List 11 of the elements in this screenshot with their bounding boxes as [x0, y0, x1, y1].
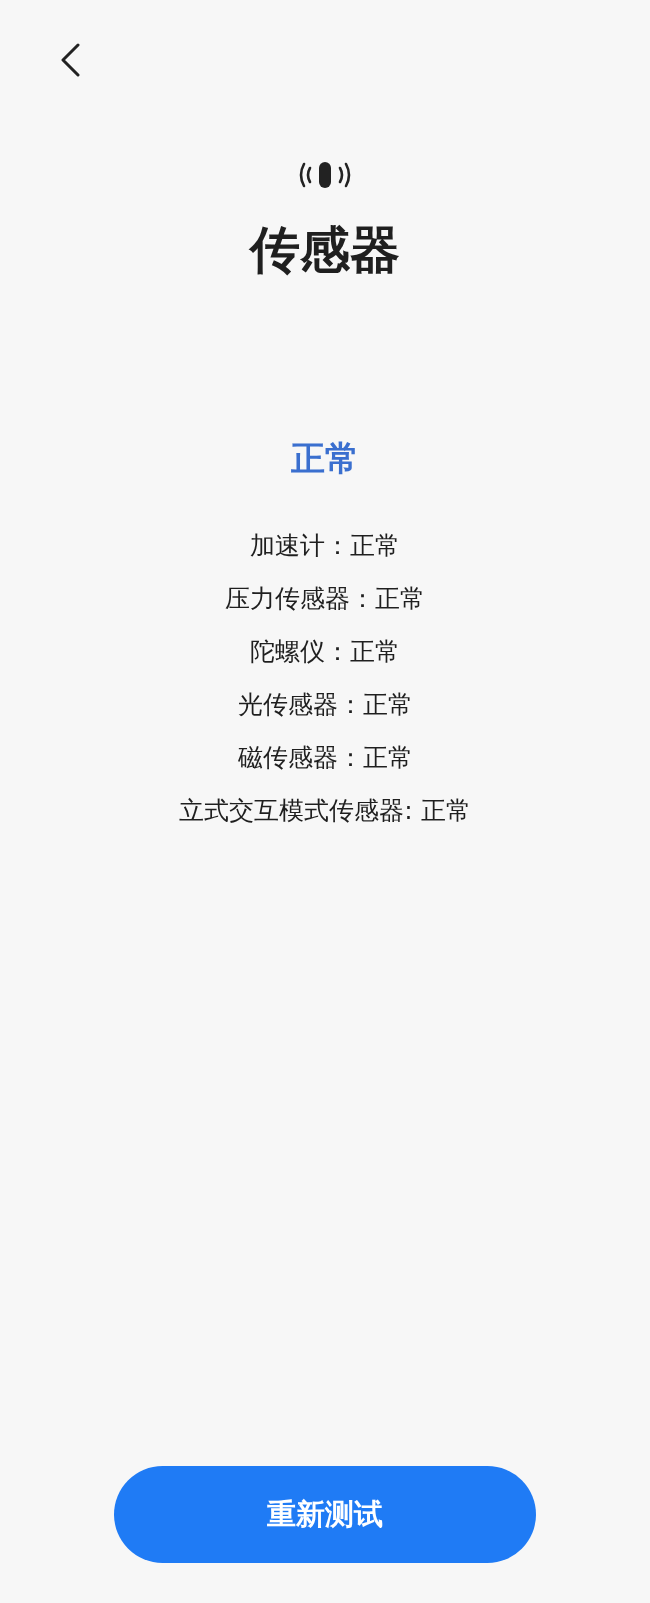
- page-title: 传感器: [250, 220, 400, 280]
- sensor-result: 磁传感器：正常: [237, 741, 413, 774]
- sensor-result: 光传感器：正常: [237, 688, 413, 721]
- sensor-result: 压力传感器：正常: [225, 582, 425, 615]
- back-icon: [59, 43, 81, 77]
- retest-button[interactable]: 重新测试: [114, 1466, 536, 1563]
- sensor-result: 陀螺仪：正常: [250, 635, 400, 668]
- sensor-result: 立式交互模式传感器: 正常: [179, 794, 471, 827]
- sensor-result: 加速计：正常: [250, 529, 400, 562]
- vibration-icon: [298, 160, 352, 190]
- overall-status: 正常: [291, 438, 359, 479]
